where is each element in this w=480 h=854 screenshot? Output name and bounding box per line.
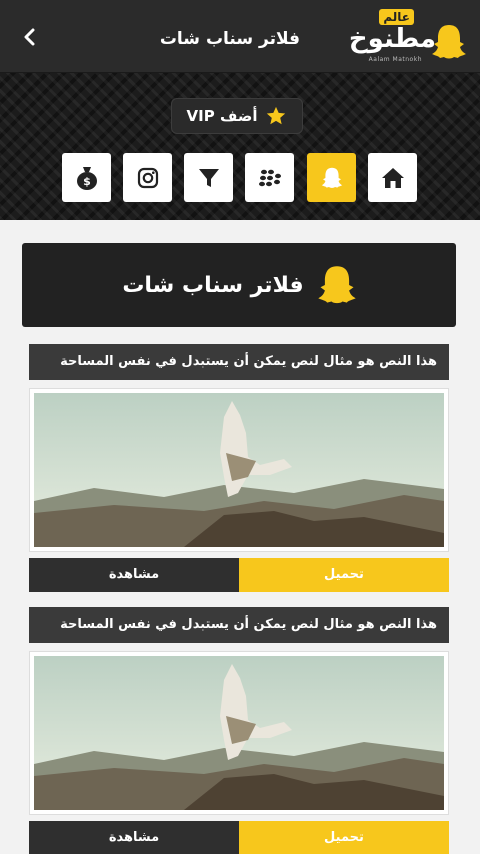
instagram-icon: [137, 167, 158, 188]
card-actions: مشاهدة تحميل: [29, 558, 449, 592]
card-caption: هذا النص هو مثال لنص يمكن أن يستبدل في ن…: [29, 344, 449, 380]
nav-blackberry-button[interactable]: [245, 153, 294, 202]
download-button[interactable]: تحميل: [239, 821, 449, 854]
logo-word: مطنوخ: [348, 24, 436, 54]
svg-text:$: $: [83, 175, 91, 188]
app-logo[interactable]: عالم مطنوخ Aalam Matnokh: [336, 6, 466, 66]
card-actions: مشاهدة تحميل: [29, 821, 449, 854]
nav-home-button[interactable]: [368, 153, 417, 202]
nav-row: $: [62, 153, 418, 203]
view-button[interactable]: مشاهدة: [29, 558, 239, 592]
add-vip-button[interactable]: أضف VIP: [171, 98, 303, 134]
nav-instagram-button[interactable]: [123, 153, 172, 202]
card-image[interactable]: [29, 651, 449, 815]
logo-small-text: عالم: [379, 9, 414, 25]
nav-snapchat-button[interactable]: [307, 153, 356, 202]
filter-icon: [198, 168, 219, 187]
nav-filter-button[interactable]: [184, 153, 233, 202]
jumping-man-photo: [34, 393, 444, 547]
add-vip-label: أضف VIP: [186, 107, 258, 125]
star-icon: [267, 106, 286, 125]
filter-card: هذا النص هو مثال لنص يمكن أن يستبدل في ن…: [29, 344, 449, 592]
home-icon: [381, 167, 404, 188]
blackberry-icon: [258, 169, 281, 186]
snapchat-ghost-icon: [432, 25, 466, 59]
top-bar: فلاتر سناب شات عالم مطنوخ Aalam Matnokh: [0, 0, 480, 73]
download-button[interactable]: تحميل: [239, 558, 449, 592]
page-title: فلاتر سناب شات: [159, 29, 300, 49]
logo-subtitle: Aalam Matnokh: [368, 56, 422, 63]
card-caption: هذا النص هو مثال لنص يمكن أن يستبدل في ن…: [29, 607, 449, 643]
chevron-left-icon: [24, 28, 35, 46]
hero-banner: أضف VIP $: [0, 73, 480, 220]
section-title: فلاتر سناب شات: [122, 272, 304, 298]
section-header: فلاتر سناب شات: [22, 243, 456, 327]
back-button[interactable]: [14, 22, 44, 52]
view-button[interactable]: مشاهدة: [29, 821, 239, 854]
snapchat-ghost-icon: [321, 167, 342, 188]
snapchat-ghost-icon: [317, 266, 356, 304]
filter-card: هذا النص هو مثال لنص يمكن أن يستبدل في ن…: [29, 607, 449, 854]
money-bag-icon: $: [76, 166, 97, 190]
jumping-man-photo: [34, 656, 444, 810]
nav-money-button[interactable]: $: [62, 153, 111, 202]
card-image[interactable]: [29, 388, 449, 552]
